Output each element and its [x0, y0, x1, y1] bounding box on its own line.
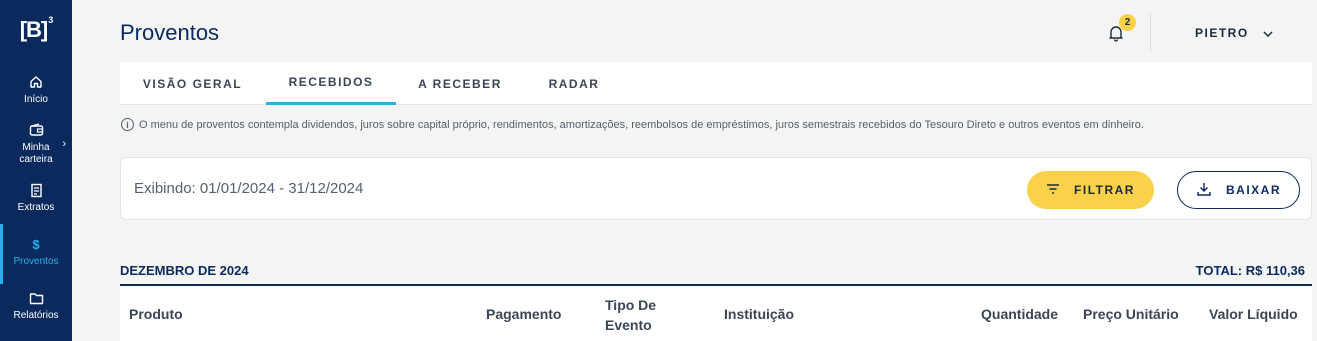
dollar-icon: $ — [32, 236, 40, 252]
table-header: Produto Pagamento Tipo De Evento Institu… — [120, 286, 1312, 341]
sidebar-item-proventos[interactable]: $ Proventos — [0, 224, 72, 284]
folder-icon — [28, 290, 44, 306]
sidebar-item-minha-carteira[interactable]: Minha carteira › — [0, 122, 72, 166]
tab-recebidos[interactable]: RECEBIDOS — [266, 62, 396, 105]
column-instituicao[interactable]: Instituição — [724, 306, 794, 322]
home-icon — [28, 74, 44, 90]
sidebar-item-extratos[interactable]: Extratos — [0, 182, 72, 213]
column-preco-unitario[interactable]: Preço Unitário — [1083, 306, 1179, 322]
header-divider — [1150, 14, 1151, 52]
info-text: O menu de proventos contempla dividendos… — [139, 118, 1144, 131]
notification-badge: 2 — [1119, 14, 1136, 31]
chevron-down-icon — [1263, 26, 1273, 40]
info-icon: i — [121, 118, 134, 131]
user-menu[interactable]: PIETRO — [1195, 26, 1273, 40]
sidebar-item-inicio[interactable]: Início — [0, 74, 72, 105]
column-produto[interactable]: Produto — [129, 306, 183, 322]
tab-a-receber[interactable]: A RECEBER — [406, 62, 514, 105]
tab-visao-geral[interactable]: VISÃO GERAL — [120, 62, 265, 105]
month-heading: DEZEMBRO DE 2024 — [120, 263, 249, 278]
chevron-right-icon[interactable]: › — [62, 138, 66, 150]
tab-radar[interactable]: RADAR — [532, 62, 616, 105]
month-total: TOTAL: R$ 110,36 — [1195, 263, 1305, 278]
wallet-icon — [28, 122, 44, 138]
filter-card: Exibindo: 01/01/2024 - 31/12/2024 FILTRA… — [120, 157, 1312, 220]
filter-icon — [1046, 183, 1060, 197]
column-tipo-de-evento[interactable]: Tipo De Evento — [605, 295, 675, 335]
tab-bar: VISÃO GERAL RECEBIDOS A RECEBER RADAR — [120, 62, 1312, 105]
column-pagamento[interactable]: Pagamento — [486, 306, 561, 322]
column-valor-liquido[interactable]: Valor Líquido — [1209, 306, 1298, 322]
user-name: PIETRO — [1195, 26, 1249, 40]
column-quantidade[interactable]: Quantidade — [981, 306, 1058, 322]
page-title: Proventos — [120, 20, 220, 45]
b3-logo[interactable]: [B] 3 — [0, 0, 72, 60]
info-notice: i O menu de proventos contempla dividend… — [121, 118, 1144, 131]
sidebar-item-relatorios[interactable]: Relatórios — [0, 290, 72, 321]
document-icon — [28, 182, 44, 198]
date-range-label: Exibindo: 01/01/2024 - 31/12/2024 — [134, 180, 364, 197]
sidebar: [B] 3 Início Minha carteira › Extratos $ … — [0, 0, 72, 341]
filter-button[interactable]: FILTRAR — [1027, 171, 1154, 209]
download-button[interactable]: BAIXAR — [1177, 171, 1300, 209]
download-icon — [1196, 181, 1212, 200]
